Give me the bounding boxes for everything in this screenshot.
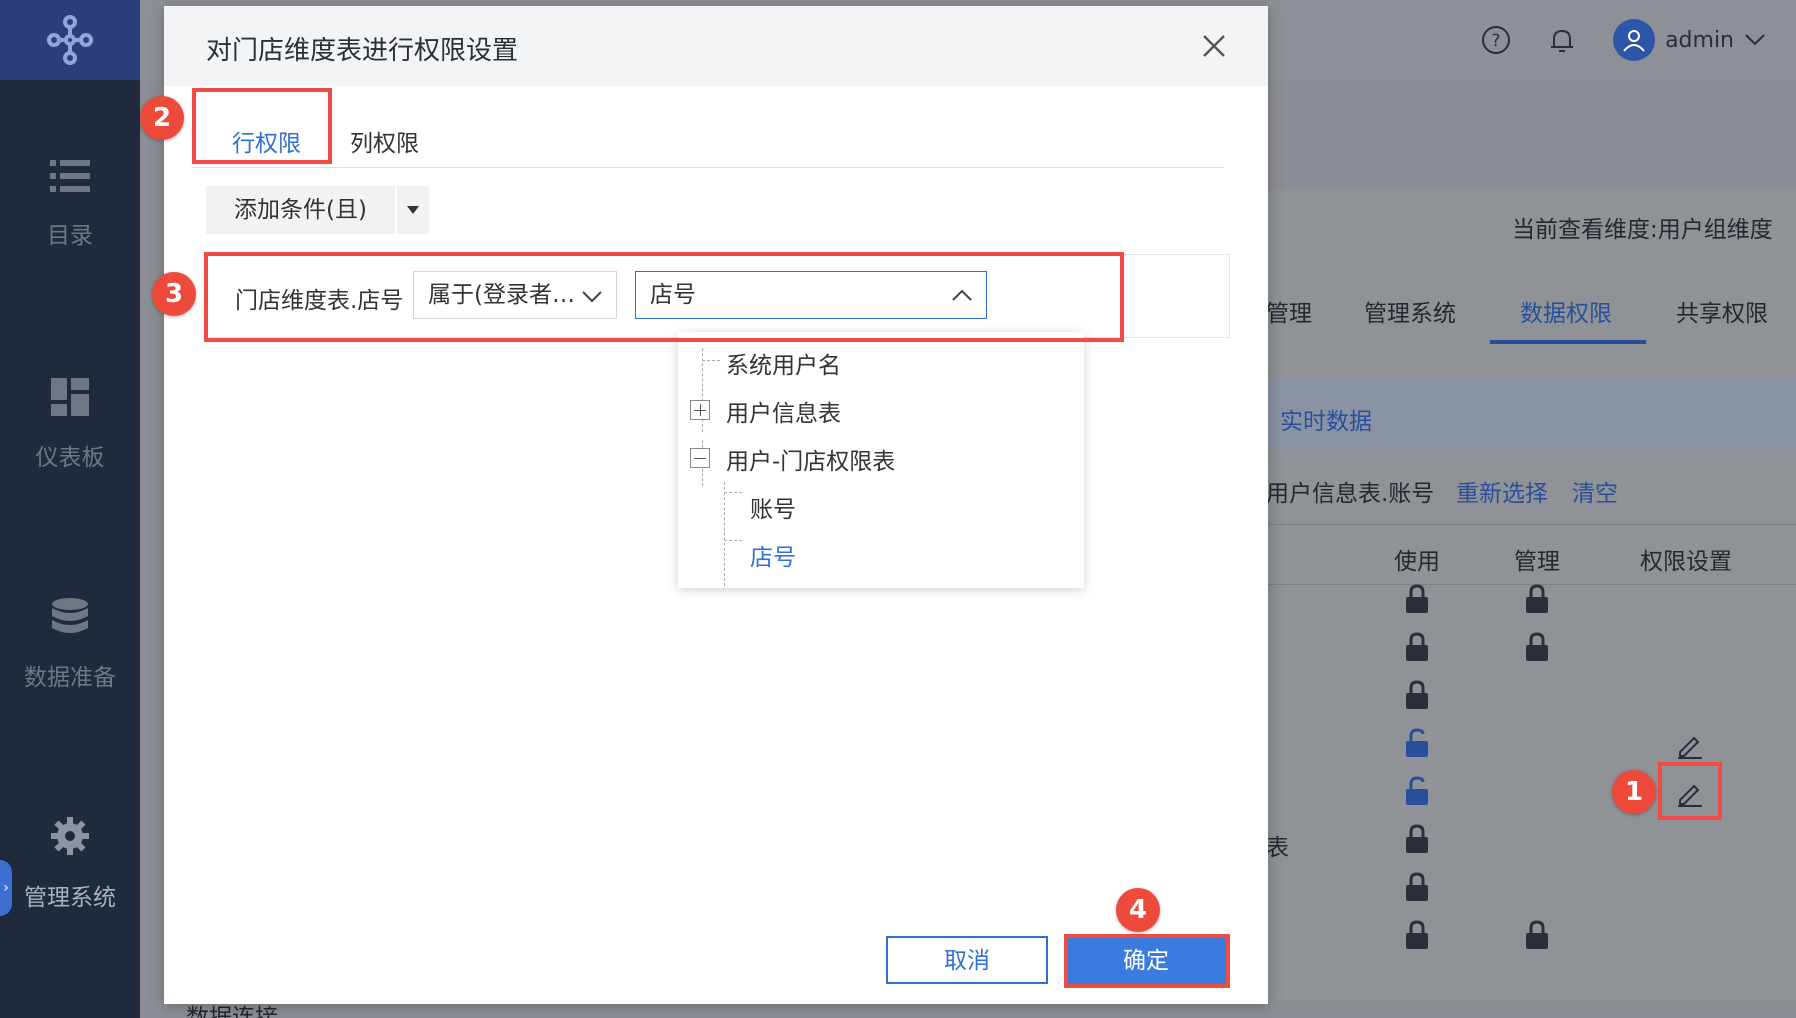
- operator-value: 属于(登录者…: [428, 282, 575, 308]
- logo-icon: [47, 15, 93, 65]
- username: admin: [1665, 27, 1734, 53]
- bg-col-use: 使用: [1394, 549, 1440, 575]
- step-badge: 3: [152, 272, 196, 316]
- bg-tab-data-permission[interactable]: 数据权限: [1520, 294, 1612, 328]
- tree-connector: [724, 540, 742, 541]
- view-dimension: 当前查看维度:用户组维度: [1512, 217, 1773, 243]
- sidebar-item-data-prep[interactable]: 数据准备: [0, 598, 140, 692]
- bg-tab-share-permission[interactable]: 共享权限: [1676, 294, 1768, 328]
- permission-tabs: 行权限 列权限: [192, 94, 1224, 168]
- svg-text:?: ?: [1492, 31, 1501, 51]
- value-select[interactable]: 店号: [635, 271, 987, 319]
- help-icon[interactable]: ?: [1481, 25, 1511, 55]
- bg-reselect-link[interactable]: 重新选择: [1456, 474, 1548, 508]
- bg-tab-underline: [1490, 340, 1646, 344]
- step-badge: 2: [140, 96, 184, 140]
- left-sidebar: 目录 仪表板 数据准备 管理系统 ›: [0, 0, 140, 1018]
- bg-tab-manage[interactable]: 管理: [1266, 294, 1312, 328]
- chevron-up-icon: [952, 289, 972, 301]
- value-tree-dropdown: 系统用户名 用户信息表 用户-门店权限表 账号 店号: [678, 332, 1084, 588]
- tree-item-account[interactable]: 账号: [750, 490, 796, 524]
- lock-icon[interactable]: [1404, 632, 1430, 662]
- dashboard-icon: [51, 378, 89, 416]
- sidebar-item-catalog[interactable]: 目录: [0, 158, 140, 250]
- chevron-down-icon: [582, 291, 602, 303]
- bg-binding-field: 用户信息表.账号: [1266, 481, 1435, 507]
- avatar: [1613, 19, 1656, 61]
- bg-row-fragment: 表: [1266, 835, 1289, 861]
- lock-icon[interactable]: [1404, 920, 1430, 950]
- close-icon[interactable]: [1200, 32, 1228, 60]
- gear-icon: [51, 817, 89, 855]
- database-icon: [52, 598, 88, 633]
- lock-icon[interactable]: [1524, 920, 1550, 950]
- lock-icon[interactable]: [1404, 584, 1430, 614]
- tree-item-user-info-table[interactable]: 用户信息表: [726, 394, 841, 428]
- bg-section-title: 实时数据: [1280, 409, 1372, 435]
- sidebar-item-label: 数据准备: [24, 665, 116, 691]
- edit-icon[interactable]: [1674, 778, 1704, 808]
- expand-icon[interactable]: [690, 400, 710, 420]
- app-logo[interactable]: [0, 0, 140, 80]
- collapse-icon[interactable]: [690, 448, 710, 468]
- add-condition-dropdown[interactable]: [396, 186, 429, 234]
- sidebar-item-label: 目录: [47, 223, 93, 249]
- tab-row-permission[interactable]: 行权限: [232, 124, 301, 158]
- bg-col-permission: 权限设置: [1640, 549, 1732, 575]
- sidebar-collapse-handle[interactable]: ›: [0, 860, 12, 916]
- dialog-title: 对门店维度表进行权限设置: [206, 36, 519, 66]
- user-icon: [1623, 30, 1645, 52]
- permission-dialog: 对门店维度表进行权限设置 行权限 列权限 添加条件(且) 门店维度表.店号 属于…: [164, 6, 1268, 1004]
- unlock-icon[interactable]: [1404, 776, 1430, 806]
- lock-icon[interactable]: [1524, 632, 1550, 662]
- tree-item-user-store-table[interactable]: 用户-门店权限表: [726, 442, 895, 476]
- confirm-button[interactable]: 确定: [1066, 936, 1226, 984]
- condition-row: 门店维度表.店号 属于(登录者… 店号: [206, 254, 1230, 338]
- tree-item-system-username[interactable]: 系统用户名: [726, 346, 841, 380]
- operator-select[interactable]: 属于(登录者…: [413, 271, 617, 319]
- step-badge: 4: [1116, 888, 1160, 932]
- cancel-button[interactable]: 取消: [886, 936, 1048, 984]
- active-tab-underline: [230, 160, 322, 163]
- dialog-header: 对门店维度表进行权限设置: [164, 6, 1268, 86]
- bell-icon[interactable]: [1547, 25, 1577, 55]
- sidebar-item-label: 管理系统: [24, 885, 116, 911]
- sidebar-item-label: 仪表板: [35, 445, 105, 471]
- edit-icon[interactable]: [1674, 730, 1704, 760]
- bg-col-manage: 管理: [1514, 549, 1560, 575]
- unlock-icon[interactable]: [1404, 728, 1430, 758]
- lock-icon[interactable]: [1404, 872, 1430, 902]
- sidebar-item-dashboard[interactable]: 仪表板: [0, 378, 140, 472]
- bg-tab-admin[interactable]: 管理系统: [1364, 294, 1456, 328]
- sidebar-item-admin[interactable]: 管理系统: [0, 816, 140, 912]
- tree-item-store-number[interactable]: 店号: [750, 538, 796, 572]
- bg-clear-link[interactable]: 清空: [1572, 474, 1618, 508]
- add-condition-button[interactable]: 添加条件(且): [206, 186, 395, 234]
- lock-icon[interactable]: [1404, 824, 1430, 854]
- bg-divider: [1266, 524, 1796, 525]
- caret-down-icon: [406, 206, 419, 214]
- lock-icon[interactable]: [1404, 680, 1430, 710]
- tab-column-permission[interactable]: 列权限: [350, 124, 419, 158]
- lock-icon[interactable]: [1524, 584, 1550, 614]
- tree-connector: [702, 360, 720, 361]
- step-badge: 1: [1612, 770, 1656, 814]
- tree-connector: [724, 482, 725, 586]
- user-menu[interactable]: admin: [1613, 19, 1766, 61]
- add-condition-split-button: 添加条件(且): [206, 186, 429, 234]
- chevron-down-icon: [1745, 34, 1765, 46]
- list-icon: [50, 160, 90, 192]
- condition-field: 门店维度表.店号: [235, 288, 404, 314]
- value-select-value: 店号: [650, 282, 696, 308]
- tree-connector: [724, 492, 742, 493]
